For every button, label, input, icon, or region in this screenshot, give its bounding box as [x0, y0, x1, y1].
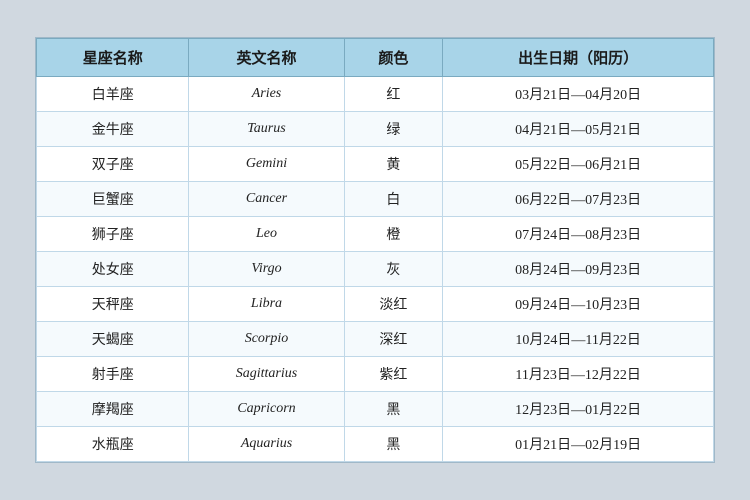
table-row: 水瓶座Aquarius黑01月21日—02月19日	[37, 427, 714, 462]
table-row: 狮子座Leo橙07月24日—08月23日	[37, 217, 714, 252]
cell-dates: 12月23日—01月22日	[443, 392, 714, 427]
header-color: 颜色	[344, 39, 443, 77]
cell-color: 绿	[344, 112, 443, 147]
cell-color: 淡红	[344, 287, 443, 322]
cell-dates: 05月22日—06月21日	[443, 147, 714, 182]
cell-color: 紫红	[344, 357, 443, 392]
cell-color: 深红	[344, 322, 443, 357]
cell-dates: 06月22日—07月23日	[443, 182, 714, 217]
cell-chinese-name: 天蝎座	[37, 322, 189, 357]
table-row: 射手座Sagittarius紫红11月23日—12月22日	[37, 357, 714, 392]
cell-english-name: Leo	[189, 217, 344, 252]
cell-color: 白	[344, 182, 443, 217]
header-dates: 出生日期（阳历）	[443, 39, 714, 77]
cell-chinese-name: 白羊座	[37, 77, 189, 112]
cell-english-name: Taurus	[189, 112, 344, 147]
header-english-name: 英文名称	[189, 39, 344, 77]
cell-color: 黑	[344, 427, 443, 462]
cell-color: 橙	[344, 217, 443, 252]
table-row: 巨蟹座Cancer白06月22日—07月23日	[37, 182, 714, 217]
cell-english-name: Virgo	[189, 252, 344, 287]
table-row: 白羊座Aries红03月21日—04月20日	[37, 77, 714, 112]
table-row: 双子座Gemini黄05月22日—06月21日	[37, 147, 714, 182]
cell-english-name: Gemini	[189, 147, 344, 182]
table-row: 天蝎座Scorpio深红10月24日—11月22日	[37, 322, 714, 357]
cell-chinese-name: 双子座	[37, 147, 189, 182]
cell-chinese-name: 巨蟹座	[37, 182, 189, 217]
cell-color: 黑	[344, 392, 443, 427]
table-row: 摩羯座Capricorn黑12月23日—01月22日	[37, 392, 714, 427]
table-header-row: 星座名称 英文名称 颜色 出生日期（阳历）	[37, 39, 714, 77]
cell-dates: 01月21日—02月19日	[443, 427, 714, 462]
cell-dates: 04月21日—05月21日	[443, 112, 714, 147]
table-row: 处女座Virgo灰08月24日—09月23日	[37, 252, 714, 287]
cell-english-name: Sagittarius	[189, 357, 344, 392]
table-row: 金牛座Taurus绿04月21日—05月21日	[37, 112, 714, 147]
cell-english-name: Aries	[189, 77, 344, 112]
cell-color: 黄	[344, 147, 443, 182]
cell-dates: 07月24日—08月23日	[443, 217, 714, 252]
cell-dates: 09月24日—10月23日	[443, 287, 714, 322]
cell-chinese-name: 狮子座	[37, 217, 189, 252]
cell-english-name: Aquarius	[189, 427, 344, 462]
cell-dates: 10月24日—11月22日	[443, 322, 714, 357]
cell-chinese-name: 摩羯座	[37, 392, 189, 427]
cell-dates: 08月24日—09月23日	[443, 252, 714, 287]
zodiac-table-container: 星座名称 英文名称 颜色 出生日期（阳历） 白羊座Aries红03月21日—04…	[35, 37, 715, 463]
table-row: 天秤座Libra淡红09月24日—10月23日	[37, 287, 714, 322]
cell-chinese-name: 水瓶座	[37, 427, 189, 462]
cell-chinese-name: 天秤座	[37, 287, 189, 322]
cell-chinese-name: 处女座	[37, 252, 189, 287]
cell-chinese-name: 射手座	[37, 357, 189, 392]
cell-dates: 03月21日—04月20日	[443, 77, 714, 112]
cell-english-name: Scorpio	[189, 322, 344, 357]
header-chinese-name: 星座名称	[37, 39, 189, 77]
cell-chinese-name: 金牛座	[37, 112, 189, 147]
cell-color: 红	[344, 77, 443, 112]
cell-dates: 11月23日—12月22日	[443, 357, 714, 392]
cell-english-name: Capricorn	[189, 392, 344, 427]
zodiac-table: 星座名称 英文名称 颜色 出生日期（阳历） 白羊座Aries红03月21日—04…	[36, 38, 714, 462]
cell-english-name: Libra	[189, 287, 344, 322]
cell-english-name: Cancer	[189, 182, 344, 217]
cell-color: 灰	[344, 252, 443, 287]
